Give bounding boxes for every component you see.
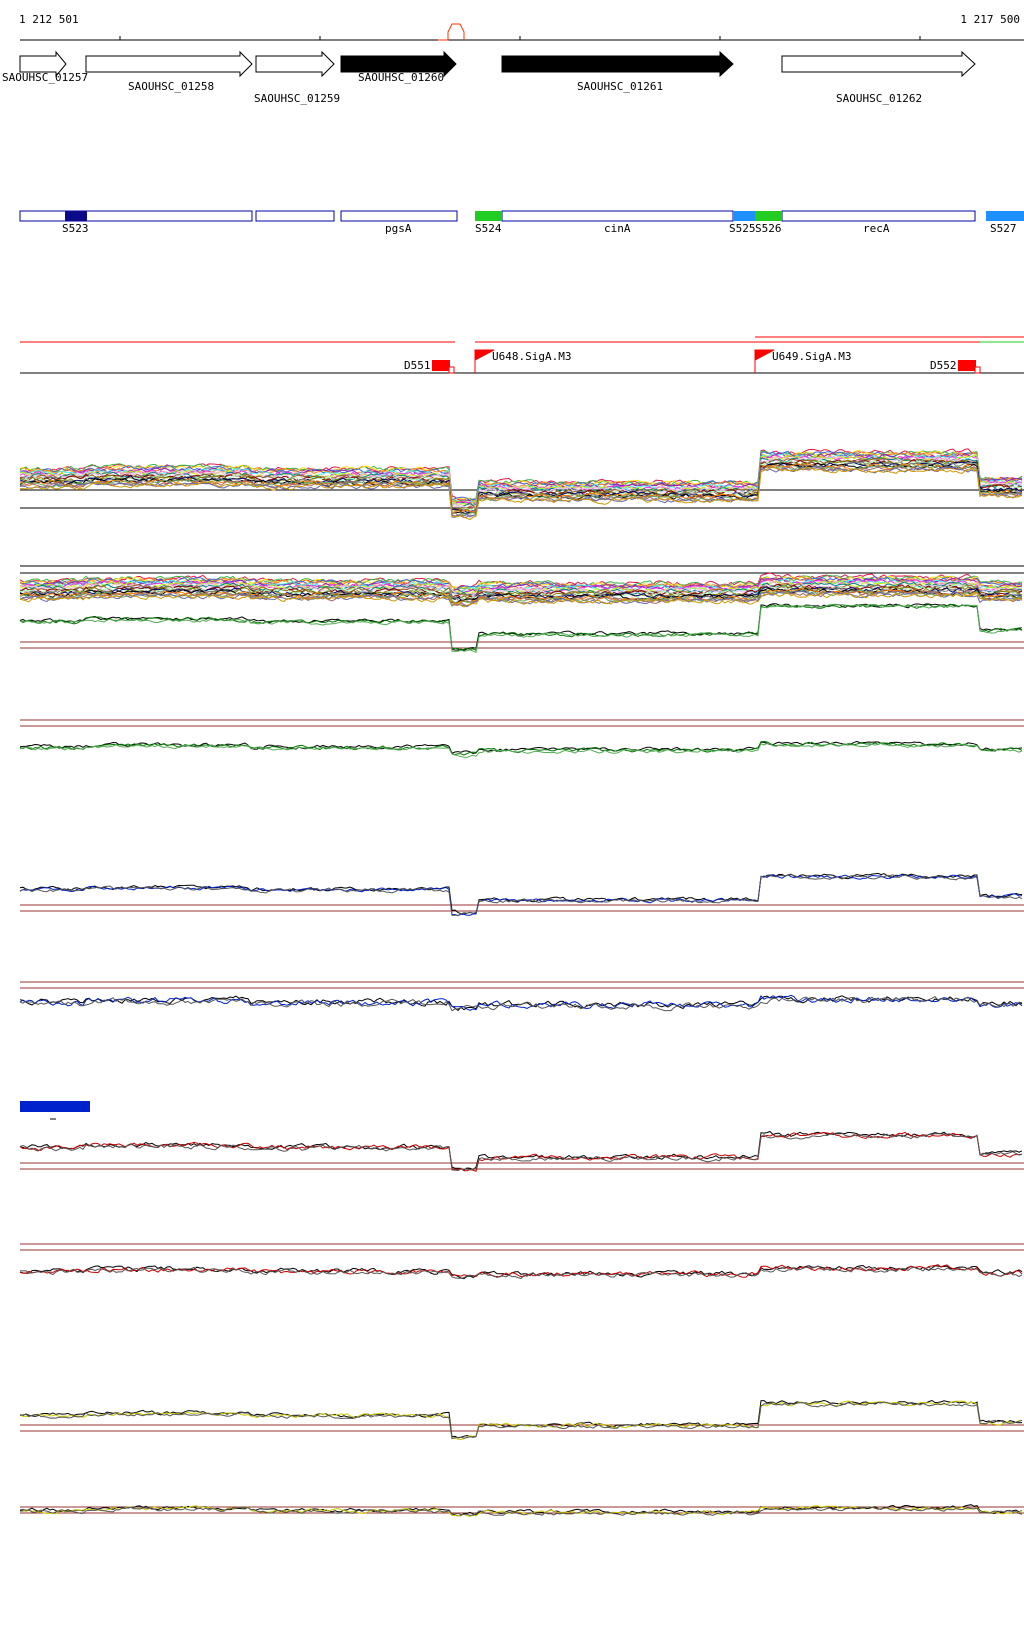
start-coordinate: 1 212 501 (19, 13, 79, 26)
gene-arrow[interactable]: SAOUHSC_01258 (85, 50, 253, 93)
red-track-1 (19, 1130, 1024, 1172)
segment-label: pgsA (385, 222, 412, 235)
scale-bar (20, 1101, 90, 1112)
segment-label: recA (863, 222, 890, 235)
promoter-u648[interactable]: U648.SigA.M3 (474, 349, 571, 373)
green-track-2 (19, 719, 1024, 758)
end-coordinate: 1 217 500 (960, 13, 1020, 26)
blue-track-1 (19, 872, 1024, 917)
segment-label: S523 (62, 222, 89, 235)
genome-browser-view: 1 212 501 1 217 500 SAOUHSC_01257 SAOUHS… (0, 0, 1024, 1640)
segment-highlight-s525[interactable] (733, 211, 755, 221)
coordinate-ruler: 1 212 501 1 217 500 (19, 13, 1024, 41)
gene-arrow[interactable]: SAOUHSC_01260 (340, 50, 457, 84)
scale-legend (20, 1101, 90, 1120)
feature-label: U649.SigA.M3 (772, 350, 851, 363)
promoter-u649[interactable]: U649.SigA.M3 (754, 349, 851, 373)
gene-label: SAOUHSC_01259 (254, 92, 340, 105)
gene-label: SAOUHSC_01261 (577, 80, 663, 93)
expression-tracks (19, 448, 1024, 1518)
gene-label: SAOUHSC_01262 (836, 92, 922, 105)
segment-label: S525 (729, 222, 756, 235)
red-track-2 (19, 1243, 1024, 1280)
gene-arrow[interactable]: SAOUHSC_01261 (501, 50, 734, 93)
gene-label: SAOUHSC_01260 (358, 71, 444, 84)
gene-arrow[interactable]: SAOUHSC_01259 (254, 50, 340, 105)
segment-box[interactable] (340, 210, 458, 222)
segment-highlight-s524[interactable] (475, 211, 502, 221)
gene-label: SAOUHSC_01257 (2, 71, 88, 84)
feature-label: U648.SigA.M3 (492, 350, 571, 363)
segment-highlight-s526[interactable] (755, 211, 782, 221)
segment-box[interactable] (255, 210, 335, 222)
feature-label: D552 (930, 359, 957, 372)
gene-track: SAOUHSC_01257 SAOUHSC_01258 SAOUHSC_0125… (2, 50, 976, 105)
gene-arrow[interactable]: SAOUHSC_01262 (781, 50, 976, 105)
segment-label: S527 (990, 222, 1017, 235)
segment-label: S524 (475, 222, 502, 235)
yellow-track-2 (19, 1504, 1024, 1518)
segment-box[interactable] (19, 210, 253, 222)
terminator-d552[interactable]: D552 (930, 359, 981, 374)
gene-label: SAOUHSC_01258 (128, 80, 214, 93)
terminator-d551[interactable]: D551 (404, 359, 455, 374)
feature-track: D551 U648.SigA.M3 U649.SigA.M3 D552 (20, 336, 1024, 374)
green-track-1 (19, 603, 1024, 653)
segment-highlight-s523[interactable] (65, 211, 87, 221)
multi-sample-track-1 (19, 448, 1024, 521)
multi-sample-track-2 (19, 565, 1024, 608)
segment-track: S523 pgsA S524 cinA S525 S526 recA S527 (19, 210, 1024, 235)
blue-track-2 (19, 981, 1024, 1012)
segment-label: S526 (755, 222, 782, 235)
feature-label: D551 (404, 359, 431, 372)
segment-box[interactable] (781, 210, 976, 222)
ruler-marker-icon (438, 23, 465, 41)
yellow-track-1 (19, 1399, 1024, 1441)
genome-canvas: 1 212 501 1 217 500 SAOUHSC_01257 SAOUHS… (2, 13, 1024, 1518)
gene-arrow[interactable]: SAOUHSC_01257 (2, 50, 88, 84)
segment-box[interactable] (501, 210, 734, 222)
segment-label: cinA (604, 222, 631, 235)
segment-highlight-s527[interactable] (986, 211, 1024, 221)
